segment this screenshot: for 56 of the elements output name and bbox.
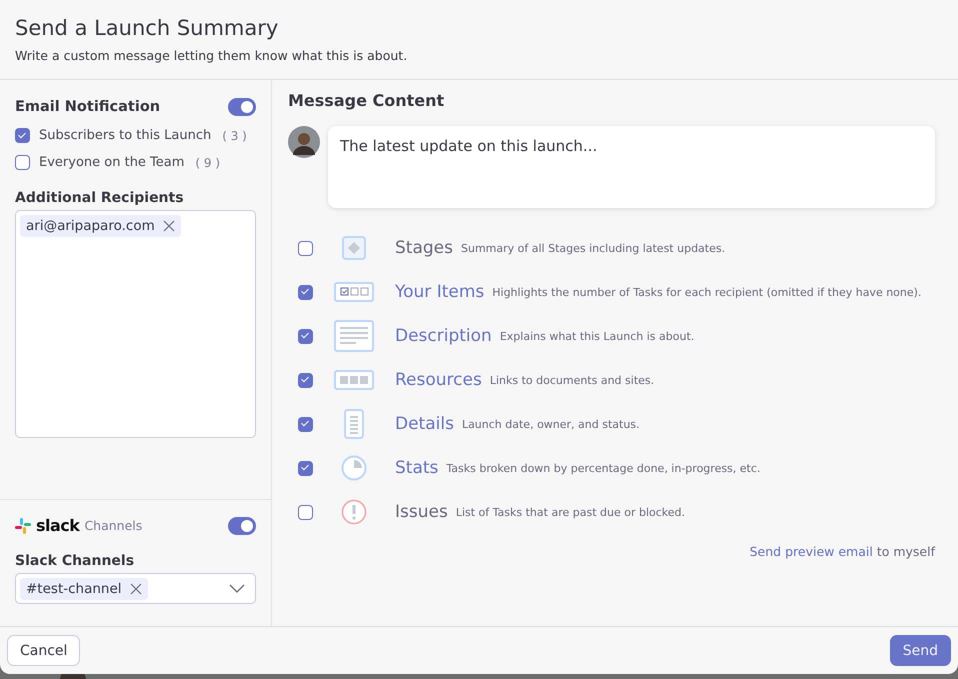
dialog-title: Send a Launch Summary bbox=[15, 16, 280, 40]
slack-label: Channels bbox=[84, 518, 142, 533]
slack-toggle[interactable] bbox=[228, 516, 256, 534]
checkbox-label: Everyone on the Team bbox=[39, 155, 184, 170]
checkbox[interactable] bbox=[298, 460, 313, 476]
checkbox[interactable] bbox=[298, 240, 313, 256]
checkbox[interactable] bbox=[298, 372, 313, 388]
email-toggle[interactable] bbox=[228, 98, 256, 116]
section-description: Summary of all Stages including latest updates. bbox=[460, 242, 726, 254]
checkbox[interactable] bbox=[298, 284, 313, 300]
remove-icon[interactable] bbox=[162, 220, 175, 232]
section-description: Tasks broken down by percentage done, in-progress, etc. bbox=[446, 462, 760, 474]
section-description: Links to documents and sites. bbox=[490, 374, 654, 386]
section-title: Your Items bbox=[395, 282, 484, 302]
section-heading: Message Content bbox=[288, 91, 446, 110]
section-title: Stages bbox=[395, 238, 453, 258]
pie-chart-icon bbox=[341, 455, 367, 481]
channel-select[interactable]: #test-channel bbox=[15, 573, 256, 604]
dialog-subtitle: Write a custom message letting them know what this is about. bbox=[15, 48, 408, 63]
slack-wordmark: slack bbox=[36, 516, 80, 535]
cancel-button[interactable]: Cancel bbox=[7, 635, 80, 666]
blocks-icon bbox=[334, 370, 374, 390]
send-button[interactable]: Send bbox=[890, 635, 951, 666]
chevron-down-icon[interactable] bbox=[229, 584, 245, 593]
count: ( 3 ) bbox=[222, 128, 247, 142]
checkbox-label: Subscribers to this Launch bbox=[39, 128, 212, 143]
recipients-field[interactable]: ari@aripaparo.com bbox=[15, 210, 256, 438]
checkbox[interactable] bbox=[298, 328, 313, 344]
section-title: Stats bbox=[395, 458, 438, 478]
checkbox[interactable] bbox=[15, 128, 30, 143]
section-description: Explains what this Launch is about. bbox=[500, 330, 694, 342]
section-title: Issues bbox=[395, 502, 448, 522]
checkbox[interactable] bbox=[298, 416, 313, 432]
section-description: Launch date, owner, and status. bbox=[462, 418, 640, 430]
checklist-icon bbox=[334, 282, 374, 302]
preview-link[interactable]: Send preview email bbox=[750, 544, 873, 559]
preview-text: to myself bbox=[876, 544, 935, 559]
remove-icon[interactable] bbox=[130, 582, 142, 594]
document-icon bbox=[334, 320, 374, 352]
field-label: Slack Channels bbox=[15, 553, 136, 569]
list-icon bbox=[344, 409, 364, 439]
field-label: Additional Recipients bbox=[15, 190, 185, 206]
section-description: Highlights the number of Tasks for each recipient (omitted if they have none). bbox=[492, 286, 922, 298]
channel-chip: #test-channel bbox=[20, 578, 148, 600]
alert-icon bbox=[341, 499, 367, 525]
section-title: Resources bbox=[395, 370, 482, 390]
count: ( 9 ) bbox=[195, 156, 220, 170]
section-description: List of Tasks that are past due or blocked. bbox=[456, 506, 686, 518]
checkbox[interactable] bbox=[298, 504, 313, 520]
section-title: Details bbox=[395, 414, 454, 434]
recipient-chip: ari@aripaparo.com bbox=[20, 215, 181, 237]
section-heading: Email Notification bbox=[15, 99, 160, 115]
checkbox[interactable] bbox=[15, 155, 30, 170]
message-field[interactable]: The latest update on this launch... bbox=[328, 126, 935, 208]
section-title: Description bbox=[395, 326, 492, 346]
slack-logo-icon bbox=[15, 518, 31, 534]
